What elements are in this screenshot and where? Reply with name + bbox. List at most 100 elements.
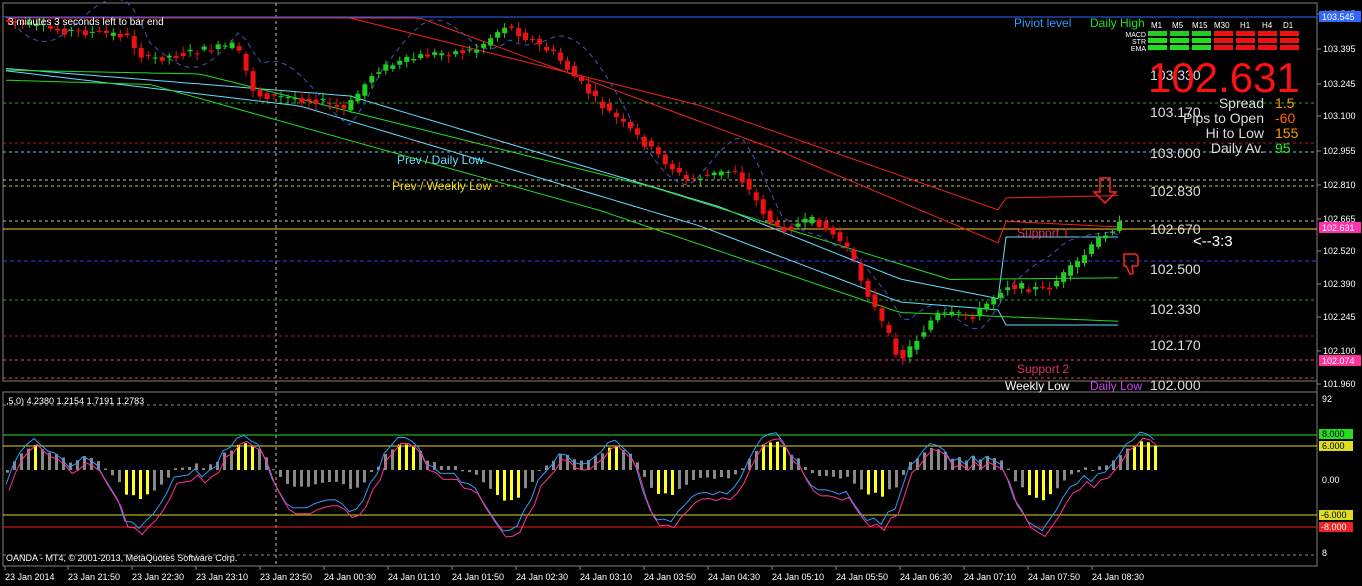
stat-label: Hi to Low bbox=[1206, 125, 1265, 141]
stat-value: 1.5 bbox=[1275, 95, 1295, 111]
level-label-5: 102.500 bbox=[1150, 261, 1201, 277]
signal-cell bbox=[1236, 45, 1255, 50]
candle-body bbox=[977, 307, 983, 316]
histogram-bar bbox=[286, 470, 289, 485]
signal-cell bbox=[1148, 31, 1167, 36]
oscillator-line-pink bbox=[8, 437, 1158, 538]
time-tick-label: 23 Jan 21:50 bbox=[68, 572, 120, 582]
histogram-bar bbox=[370, 470, 373, 472]
candle-body bbox=[320, 99, 326, 101]
histogram-bar bbox=[41, 449, 44, 470]
candle-body bbox=[502, 27, 508, 34]
histogram-bar bbox=[846, 470, 849, 477]
histogram-bar bbox=[181, 467, 184, 470]
histogram-bar bbox=[769, 442, 772, 470]
histogram-bar bbox=[804, 466, 807, 470]
histogram-bar bbox=[678, 470, 681, 489]
histogram-bar bbox=[825, 470, 828, 476]
candle-body bbox=[991, 298, 997, 305]
histogram-bar bbox=[398, 444, 401, 470]
signal-cell bbox=[1170, 31, 1189, 36]
current-price-tag: 102.631 bbox=[1319, 222, 1361, 233]
candle-body bbox=[620, 118, 626, 122]
time-tick-label: 24 Jan 02:30 bbox=[516, 572, 568, 582]
histogram-bar bbox=[1014, 470, 1017, 482]
histogram-bar bbox=[874, 470, 877, 493]
histogram-bar bbox=[475, 470, 478, 475]
candle-body bbox=[578, 76, 584, 82]
candle-body bbox=[802, 218, 808, 223]
histogram-bar bbox=[657, 470, 660, 494]
histogram-bar bbox=[335, 470, 338, 482]
histogram-bar bbox=[937, 449, 940, 470]
candle-body bbox=[285, 97, 291, 99]
support1-label: Support 1 bbox=[1017, 226, 1069, 240]
support2-label: Support 2 bbox=[1017, 362, 1069, 376]
time-tick-label: 24 Jan 08:30 bbox=[1092, 572, 1144, 582]
candle-body bbox=[89, 31, 95, 33]
candle-body bbox=[823, 221, 829, 230]
signal-cell bbox=[1214, 38, 1233, 43]
histogram-bar bbox=[741, 468, 744, 470]
candle-body bbox=[208, 50, 214, 52]
candle-body bbox=[397, 60, 403, 65]
histogram-bar bbox=[160, 470, 163, 485]
histogram-bar bbox=[174, 468, 177, 470]
price-tick-label: 102.245 bbox=[1323, 312, 1356, 322]
candle-body bbox=[914, 340, 920, 350]
candle-body bbox=[313, 99, 319, 105]
histogram-bar bbox=[1028, 470, 1031, 496]
histogram-bar bbox=[328, 470, 331, 482]
candle-body bbox=[1117, 221, 1123, 231]
histogram-bar bbox=[1063, 470, 1066, 481]
candle-body bbox=[739, 172, 745, 183]
histogram-bar bbox=[720, 470, 723, 478]
histogram-bar bbox=[580, 460, 583, 470]
histogram-bar bbox=[601, 453, 604, 470]
histogram-bar bbox=[34, 445, 37, 470]
time-tick-label: 23 Jan 22:30 bbox=[132, 572, 184, 582]
candle-body bbox=[809, 216, 815, 224]
candle-body bbox=[886, 325, 892, 333]
signal-cell bbox=[1214, 45, 1233, 50]
histogram-bar bbox=[531, 470, 534, 482]
candle-body bbox=[879, 308, 885, 321]
candle-body bbox=[893, 338, 899, 355]
candle-body bbox=[1026, 289, 1032, 292]
histogram-bar bbox=[1035, 470, 1038, 498]
candle-body bbox=[453, 51, 459, 55]
histogram-bar bbox=[1147, 442, 1150, 470]
candle-body bbox=[655, 147, 661, 155]
candle-body bbox=[166, 55, 172, 58]
histogram-bar bbox=[1021, 470, 1024, 488]
candle-body bbox=[865, 280, 871, 297]
stat-value: -60 bbox=[1275, 110, 1295, 126]
histogram-bar bbox=[664, 470, 667, 494]
candle-body bbox=[243, 53, 249, 71]
candle-body bbox=[425, 54, 431, 57]
histogram-bar bbox=[125, 470, 128, 495]
signal-cell bbox=[1192, 45, 1211, 50]
histogram-bar bbox=[251, 446, 254, 470]
histogram-bar bbox=[650, 470, 653, 488]
price-axis: 103.545 103.395 103.245 103.100 102.955 102.8… bbox=[1317, 9, 1356, 389]
candle-body bbox=[760, 199, 766, 214]
candle-body bbox=[341, 104, 347, 109]
svg-text:-8.000: -8.000 bbox=[1321, 522, 1347, 532]
mt4-chart-window[interactable]: 3 minutes 3 seconds left to bar end Pivi… bbox=[0, 0, 1362, 586]
histogram-bar bbox=[839, 470, 842, 479]
candle-body bbox=[1082, 255, 1088, 263]
candle-body bbox=[816, 219, 822, 227]
indicator-axis: 92 8.000 6.000 0.00 -6.000 -8.000 8 bbox=[1319, 394, 1353, 558]
candle-body bbox=[732, 171, 738, 173]
low-price-tag: 102.074 bbox=[1319, 355, 1361, 366]
candle-body bbox=[592, 90, 598, 96]
signal-cell bbox=[1148, 45, 1167, 50]
price-tick-label: 102.100 bbox=[1323, 346, 1356, 356]
histogram-bar bbox=[1056, 470, 1059, 489]
candle-body bbox=[152, 57, 158, 59]
candle-body bbox=[250, 71, 256, 91]
candle-body bbox=[928, 320, 934, 330]
candle-body bbox=[187, 49, 193, 52]
time-tick-label: 24 Jan 07:10 bbox=[964, 572, 1016, 582]
